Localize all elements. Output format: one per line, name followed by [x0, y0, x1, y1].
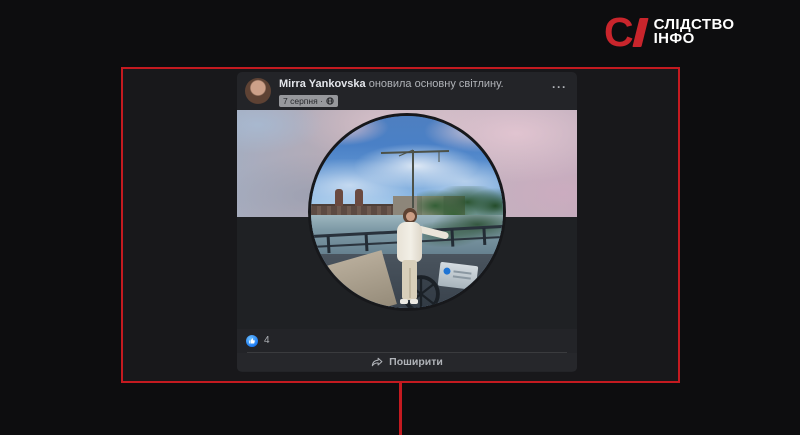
- author-name[interactable]: Mirra Yankovska: [279, 78, 366, 90]
- sign-text-line: [453, 275, 471, 279]
- facebook-post-card: Mirra Yankovska оновила основну світлину…: [237, 72, 577, 372]
- railing-post: [365, 234, 369, 251]
- post-action-text: оновила основну світлину.: [369, 78, 504, 90]
- logo-slash-icon: [632, 18, 648, 47]
- share-button[interactable]: Поширити: [237, 353, 577, 371]
- post-title-line: Mirra Yankovska оновила основну світлину…: [279, 78, 504, 91]
- reaction-count[interactable]: 4: [264, 335, 270, 346]
- annotation-stem-line: [399, 383, 402, 435]
- logo-wordmark: СЛІДСТВО ІНФО: [654, 18, 735, 47]
- person-shoe: [400, 299, 408, 304]
- globe-icon: [326, 97, 334, 105]
- post-date: 7 серпня ·: [283, 96, 323, 106]
- post-header-text: Mirra Yankovska оновила основну світлину…: [279, 78, 504, 110]
- logo-letter: С: [604, 14, 633, 50]
- person-face: [406, 212, 415, 222]
- like-reaction-icon[interactable]: [246, 335, 258, 347]
- screenshot-stage: С СЛІДСТВО ІНФО Mirra Yankovska оновила …: [0, 0, 800, 435]
- si-logo-mark: С: [604, 14, 645, 50]
- person-cardigan: [397, 222, 422, 262]
- profile-photo-circle[interactable]: [308, 113, 506, 311]
- pants-seam: [409, 268, 411, 298]
- share-label: Поширити: [389, 356, 443, 368]
- post-header: Mirra Yankovska оновила основну світлину…: [237, 72, 577, 110]
- person-shoe: [410, 299, 418, 304]
- post-options-button[interactable]: ···: [552, 82, 567, 92]
- person-pants: [402, 260, 417, 300]
- photo-person: [395, 208, 455, 310]
- logo-line-2: ІНФО: [654, 32, 735, 47]
- timestamp-chip[interactable]: 7 серпня ·: [279, 95, 338, 107]
- post-media[interactable]: [237, 110, 577, 329]
- avatar[interactable]: [245, 78, 271, 104]
- slidstvo-info-logo: С СЛІДСТВО ІНФО: [604, 14, 734, 50]
- sign-text-line: [453, 270, 471, 274]
- share-icon: [371, 356, 383, 368]
- railing-post: [327, 236, 331, 253]
- thumbs-up-icon: [248, 337, 256, 345]
- railing-post: [482, 228, 486, 245]
- reactions-row: 4: [237, 329, 577, 352]
